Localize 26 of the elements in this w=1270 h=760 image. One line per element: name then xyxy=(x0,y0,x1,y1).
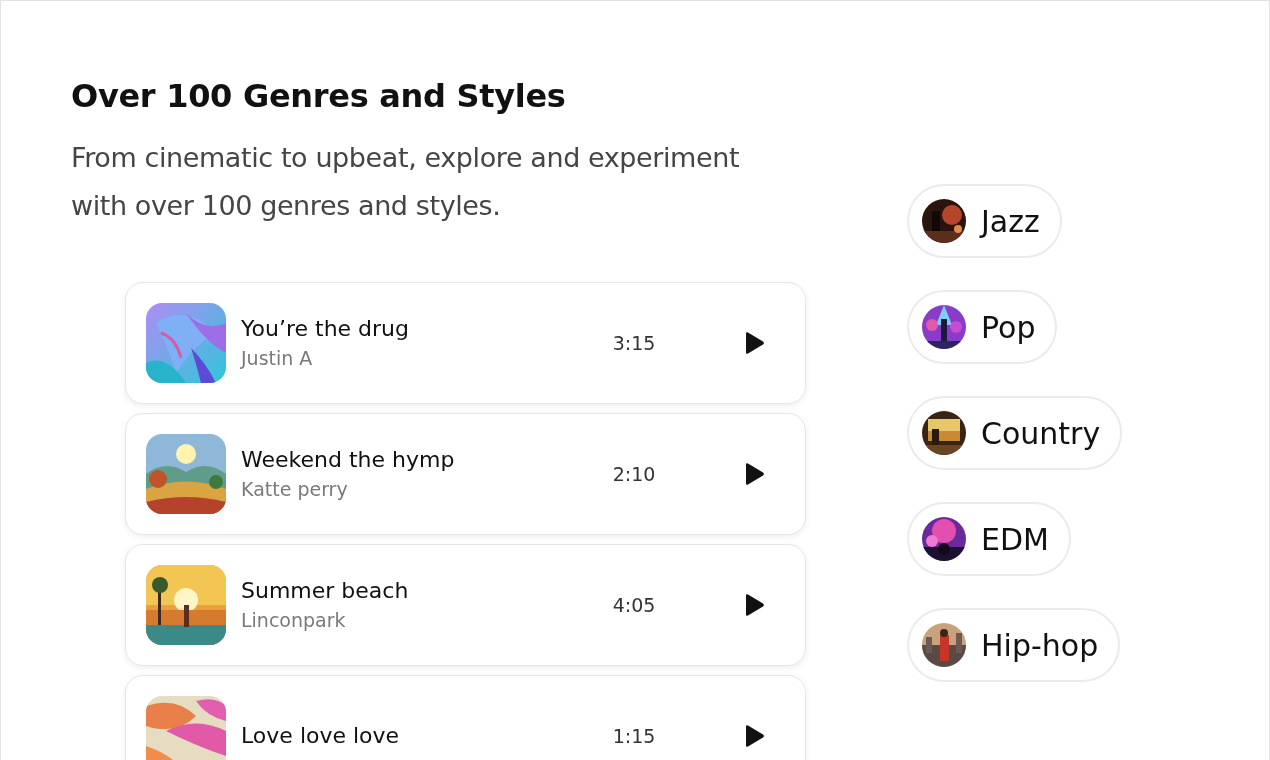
track-artist: Linconpark xyxy=(241,608,347,633)
track-title: You’re the drug xyxy=(241,315,411,343)
track-card[interactable]: Summer beach Linconpark 4:05 xyxy=(125,544,806,666)
track-duration: 3:15 xyxy=(611,332,657,354)
track-duration: 1:15 xyxy=(611,725,657,747)
track-title: Love love love xyxy=(241,722,401,750)
play-icon xyxy=(743,593,765,617)
heading: Over 100 Genres and Styles xyxy=(71,76,567,117)
genre-chip[interactable]: Country xyxy=(907,396,1123,470)
play-icon xyxy=(743,331,765,355)
track-duration: 4:05 xyxy=(611,594,657,616)
track-title: Summer beach xyxy=(241,577,410,605)
track-title: Weekend the hymp xyxy=(241,446,456,474)
track-artist: Justin A xyxy=(241,346,314,371)
genre-chip[interactable]: EDM xyxy=(907,502,1071,576)
track-card[interactable]: Love love love 1:15 xyxy=(125,675,806,760)
play-icon xyxy=(743,462,765,486)
genre-chip[interactable]: Hip-hop xyxy=(907,608,1121,682)
description: From cinematic to upbeat, explore and experiment with over 100 genres and styles. xyxy=(71,141,741,223)
track-card[interactable]: You’re the drug Justin A 3:15 xyxy=(125,282,806,404)
genre-chip[interactable]: Jazz xyxy=(907,184,1062,258)
track-card[interactable]: Weekend the hymp Katte perry 2:10 xyxy=(125,413,806,535)
track-duration: 2:10 xyxy=(611,463,657,485)
track-artist: Katte perry xyxy=(241,477,349,502)
play-icon xyxy=(743,724,765,748)
genre-chip[interactable]: Pop xyxy=(907,290,1058,364)
